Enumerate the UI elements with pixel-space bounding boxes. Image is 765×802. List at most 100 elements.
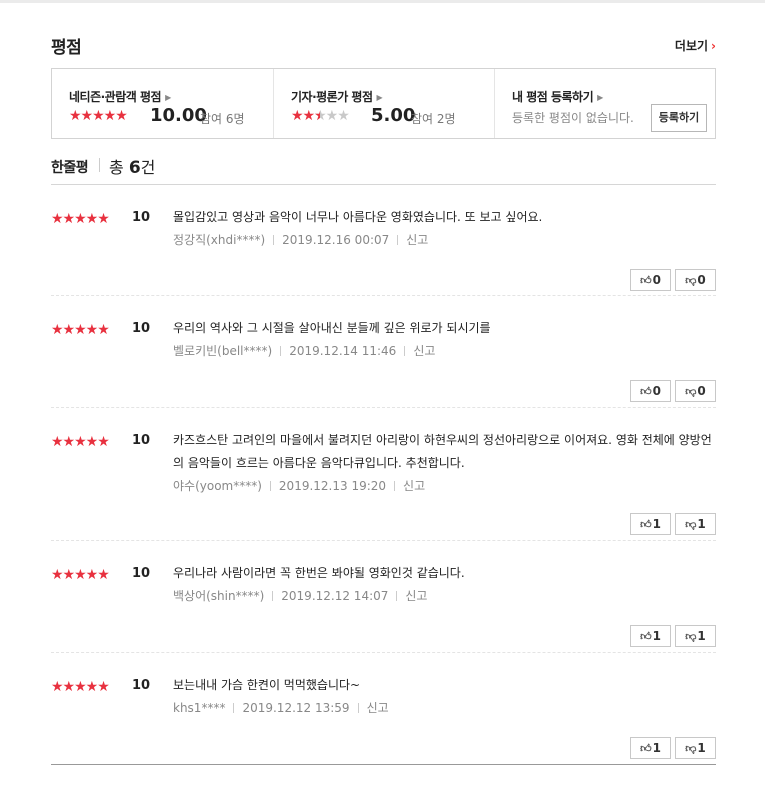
review-meta: 백상어(shin****) 2019.12.12 14:07 신고	[173, 587, 427, 604]
review-text: 몰입감있고 영상과 음악이 너무나 아름다운 영화였습니다. 또 보고 싶어요.	[173, 210, 543, 224]
thumbs-down-icon: 👎︎	[685, 385, 697, 398]
review-item: ★★★★★ 10 우리나라 사람이라면 꼭 한번은 봐야될 영화인것 같습니다. 백상…	[51, 541, 716, 653]
review-item: ★★★★★ 10 카즈흐스탄 고려인의 마을에서 불려지던 아리랑이 하현우씨의 정…	[51, 408, 716, 541]
review-date: 2019.12.13 19:20	[278, 479, 387, 493]
total-prefix: 총	[109, 158, 129, 177]
netizen-score-link[interactable]: 네티즌·관람객 평점 ▶	[69, 88, 171, 105]
review-date: 2019.12.14 11:46	[289, 344, 397, 358]
divider	[404, 346, 406, 356]
dislike-button[interactable]: 👎︎1	[675, 625, 716, 647]
my-score-link[interactable]: 내 평점 등록하기 ▶	[512, 88, 603, 105]
review-author[interactable]: 벨로키빈(bell****)	[173, 344, 272, 358]
chevron-right-icon: ›	[711, 39, 716, 53]
review-stars: ★★★★★	[51, 322, 110, 338]
review-list-title: 한줄평	[51, 160, 89, 176]
my-score-label: 내 평점 등록하기	[512, 90, 594, 104]
review-author[interactable]: 정강직(xhdi****)	[173, 233, 265, 247]
thumbs-up-icon: 👍︎	[640, 518, 652, 531]
divider	[99, 158, 100, 172]
review-author[interactable]: khs1****	[173, 701, 225, 715]
review-stars: ★★★★★	[51, 211, 110, 227]
report-link[interactable]: 신고	[403, 479, 425, 493]
review-date: 2019.12.12 13:59	[242, 701, 350, 715]
divider	[273, 235, 275, 245]
critic-score-link[interactable]: 기자·평론가 평점 ▶	[291, 88, 383, 105]
review-score: 10	[132, 678, 151, 693]
review-score: 10	[132, 210, 151, 225]
like-count: 0	[652, 384, 661, 398]
review-text: 보는내내 가슴 한켠이 먹먹했습니다~	[173, 678, 361, 692]
review-meta: 정강직(xhdi****) 2019.12.16 00:07 신고	[173, 231, 428, 248]
register-score-button[interactable]: 등록하기	[651, 104, 707, 132]
dislike-button[interactable]: 👎︎0	[675, 269, 716, 291]
review-list: ★★★★★ 10 몰입감있고 영상과 음악이 너무나 아름다운 영화였습니다. 또 …	[51, 185, 716, 765]
like-button[interactable]: 👍︎0	[630, 269, 671, 291]
review-text: 우리의 역사와 그 시절을 살아내신 분들께 깊은 위로가 되시기를	[173, 321, 491, 335]
like-button[interactable]: 👍︎0	[630, 380, 671, 402]
like-count: 1	[652, 741, 661, 755]
critic-score-label: 기자·평론가 평점	[291, 90, 373, 104]
review-meta: khs1**** 2019.12.12 13:59 신고	[173, 699, 389, 716]
report-link[interactable]: 신고	[406, 233, 428, 247]
half-star-icon: ★	[314, 107, 327, 125]
review-item: ★★★★★ 10 몰입감있고 영상과 음악이 너무나 아름다운 영화였습니다. 또 …	[51, 185, 716, 296]
thumbs-up-icon: 👍︎	[640, 274, 652, 287]
divider	[397, 235, 399, 245]
like-count: 1	[652, 629, 661, 643]
thumbs-up-icon: 👍︎	[640, 385, 652, 398]
divider	[394, 481, 396, 491]
vote-buttons: 👍︎1 👎︎1	[626, 737, 716, 759]
review-author[interactable]: 백상어(shin****)	[173, 589, 264, 603]
vote-buttons: 👍︎0 👎︎0	[626, 269, 716, 291]
review-list-header: 한줄평 총 6건	[51, 139, 716, 185]
vote-buttons: 👍︎0 👎︎0	[626, 380, 716, 402]
review-date: 2019.12.16 00:07	[282, 233, 390, 247]
review-item: ★★★★★ 10 보는내내 가슴 한켠이 먹먹했습니다~ khs1**** 2019.1…	[51, 653, 716, 765]
review-author[interactable]: 야수(yoom****)	[173, 479, 262, 493]
more-link[interactable]: 더보기 ›	[675, 37, 716, 54]
triangle-right-icon: ▶	[376, 93, 383, 102]
my-score-panel: 내 평점 등록하기 ▶ 등록한 평점이 없습니다. 등록하기	[494, 69, 716, 138]
dislike-count: 0	[697, 384, 706, 398]
report-link[interactable]: 신고	[405, 589, 427, 603]
netizen-score-label: 네티즌·관람객 평점	[69, 90, 162, 104]
thumbs-down-icon: 👎︎	[685, 274, 697, 287]
vote-buttons: 👍︎1 👎︎1	[626, 513, 716, 535]
review-date: 2019.12.12 14:07	[281, 589, 389, 603]
dislike-count: 1	[697, 741, 706, 755]
thumbs-down-icon: 👎︎	[685, 742, 697, 755]
review-score: 10	[132, 321, 151, 336]
review-meta: 벨로키빈(bell****) 2019.12.14 11:46 신고	[173, 342, 435, 359]
divider	[396, 591, 398, 601]
like-button[interactable]: 👍︎1	[630, 513, 671, 535]
vote-buttons: 👍︎1 👎︎1	[626, 625, 716, 647]
review-stars: ★★★★★	[51, 679, 110, 695]
report-link[interactable]: 신고	[367, 701, 389, 715]
section-title: 평점	[51, 38, 82, 58]
no-score-message: 등록한 평점이 없습니다.	[512, 111, 634, 125]
thumbs-down-icon: 👎︎	[685, 518, 697, 531]
triangle-right-icon: ▶	[165, 93, 171, 102]
report-link[interactable]: 신고	[413, 344, 435, 358]
thumbs-down-icon: 👎︎	[685, 630, 697, 643]
like-button[interactable]: 👍︎1	[630, 625, 671, 647]
score-summary-box: 네티즌·관람객 평점 ▶ ★★★★★ 10.00 참여 6명 기자·평론가 평점 ▶…	[51, 68, 716, 139]
netizen-score-value: 10.00	[150, 105, 207, 126]
total-suffix: 건	[140, 158, 156, 177]
netizen-participants: 참여 6명	[200, 112, 245, 126]
critic-score-panel: 기자·평론가 평점▶ ★★★★★ 5.00 참여 2명	[273, 69, 495, 138]
critic-stars: ★★★ ★★	[291, 107, 350, 125]
netizen-score-panel: 네티즌·관람객 평점 ▶ ★★★★★ 10.00 참여 6명	[52, 69, 273, 138]
critic-score-value: 5.00	[371, 105, 416, 126]
like-button[interactable]: 👍︎1	[630, 737, 671, 759]
dislike-button[interactable]: 👎︎1	[675, 513, 716, 535]
review-stars: ★★★★★	[51, 434, 110, 450]
thumbs-up-icon: 👍︎	[640, 742, 652, 755]
like-count: 0	[652, 273, 661, 287]
divider	[357, 703, 359, 713]
dislike-button[interactable]: 👎︎1	[675, 737, 716, 759]
dislike-count: 0	[697, 273, 706, 287]
review-text: 우리나라 사람이라면 꼭 한번은 봐야될 영화인것 같습니다.	[173, 566, 465, 580]
dislike-button[interactable]: 👎︎0	[675, 380, 716, 402]
dislike-count: 1	[697, 517, 706, 531]
